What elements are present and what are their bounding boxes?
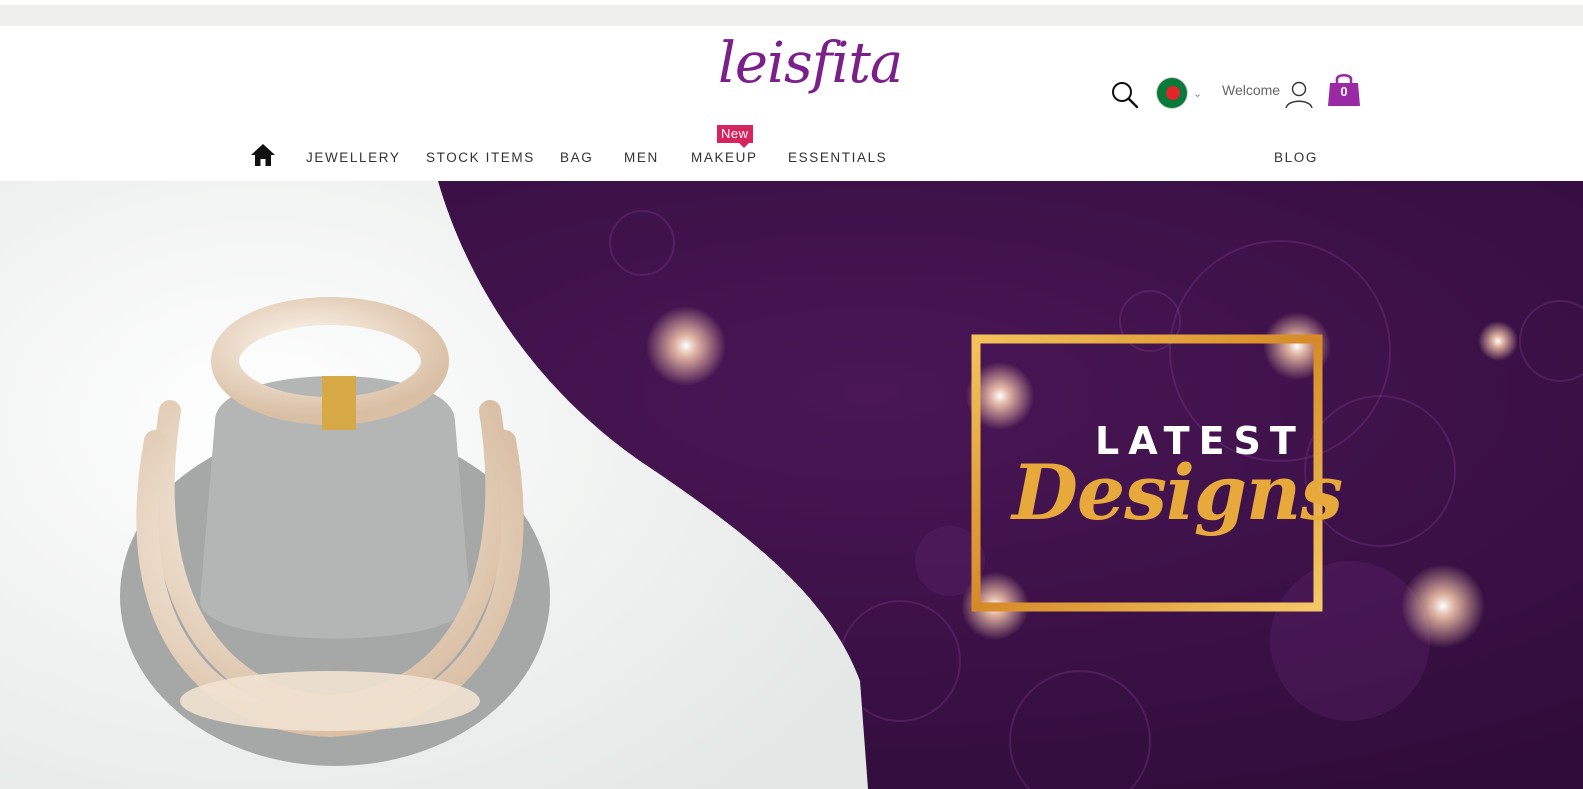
new-badge: New bbox=[717, 125, 753, 148]
cart-count-badge: 0 bbox=[1340, 84, 1348, 99]
top-announcement-bar bbox=[0, 5, 1583, 26]
nav-item-men[interactable]: MEN bbox=[624, 150, 659, 165]
cart-button[interactable]: 0 bbox=[1327, 72, 1361, 108]
nav-item-blog[interactable]: BLOG bbox=[1274, 150, 1318, 165]
hero-artwork bbox=[0, 181, 1583, 789]
welcome-label: Welcome bbox=[1222, 82, 1281, 98]
main-navigation: JEWELLERY STOCK ITEMS BAG MEN New MAKEUP… bbox=[250, 125, 1350, 170]
country-selector[interactable]: ⌄ bbox=[1157, 78, 1202, 108]
site-logo[interactable]: leisfita bbox=[718, 36, 903, 92]
nav-item-stock-items[interactable]: STOCK ITEMS bbox=[426, 150, 535, 165]
nav-item-bag[interactable]: BAG bbox=[560, 150, 593, 165]
home-icon[interactable] bbox=[250, 142, 276, 168]
nav-item-jewellery[interactable]: JEWELLERY bbox=[306, 150, 400, 165]
hero-banner[interactable] bbox=[0, 181, 1583, 789]
account-link[interactable]: Welcome bbox=[1222, 80, 1314, 110]
chevron-down-icon: ⌄ bbox=[1193, 87, 1203, 100]
search-icon bbox=[1112, 82, 1139, 109]
bangladesh-flag-icon bbox=[1157, 78, 1187, 108]
nav-item-makeup[interactable]: MAKEUP bbox=[691, 150, 758, 165]
search-button[interactable] bbox=[1110, 80, 1140, 110]
hero-headline-designs: Designs bbox=[1012, 448, 1343, 537]
user-icon bbox=[1285, 81, 1313, 109]
nav-item-essentials[interactable]: ESSENTIALS bbox=[788, 150, 887, 165]
